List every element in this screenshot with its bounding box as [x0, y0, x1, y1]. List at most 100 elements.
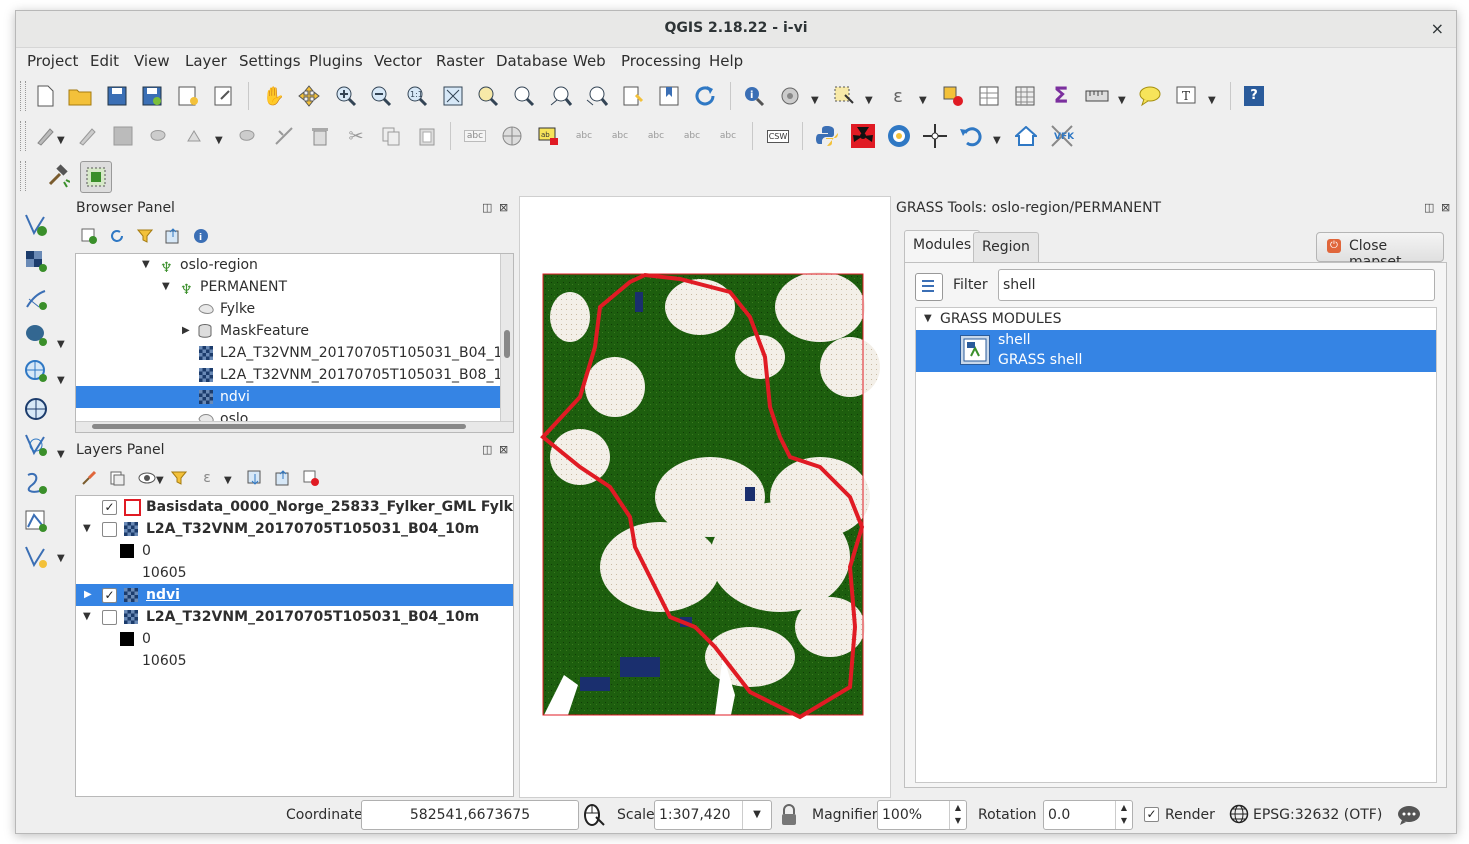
change-label-icon[interactable]: abc [716, 124, 740, 148]
close-mapset-button[interactable]: ⏻ Close mapset [1316, 232, 1444, 270]
toolbar-grip[interactable] [20, 161, 26, 191]
composer-manager-icon[interactable] [212, 84, 236, 108]
new-bookmark-icon[interactable] [621, 84, 645, 108]
expand-all-icon[interactable] [246, 469, 264, 487]
rotate-label-icon[interactable]: abc [680, 124, 704, 148]
save-as-icon[interactable] [140, 84, 164, 108]
grass-region-icon[interactable] [80, 161, 112, 193]
select-features-icon[interactable] [832, 84, 856, 108]
spinbox-arrows-icon[interactable]: ▲ ▼ [949, 801, 966, 829]
module-item-shell[interactable]: shell GRASS shell [916, 330, 1436, 372]
add-postgis-layer-icon[interactable] [24, 323, 48, 347]
show-bookmarks-icon[interactable] [657, 84, 681, 108]
layers-panel-float-button[interactable]: ◫ [482, 443, 492, 456]
module-filter-input[interactable]: shell [998, 269, 1435, 301]
chevron-down-icon[interactable]: ▼ [57, 339, 65, 350]
grass-tools-hammer-icon[interactable] [46, 164, 70, 188]
home-icon[interactable] [1014, 124, 1038, 148]
undo-icon[interactable] [959, 124, 983, 148]
menu-settings[interactable]: Settings [239, 52, 301, 70]
paste-features-icon[interactable] [415, 124, 439, 148]
add-wfs-layer-icon[interactable] [24, 433, 48, 457]
node-tool-icon[interactable] [236, 124, 260, 148]
magnifier-spinbox[interactable]: 100% ▲ ▼ [877, 800, 967, 830]
layer-item-raster[interactable]: ▼ L2A_T32VNM_20170705T105031_B04_10m [76, 606, 513, 628]
crs-globe-icon[interactable] [1229, 804, 1251, 826]
chevron-down-icon[interactable]: ▼ [57, 375, 65, 386]
measure-line-icon[interactable] [1085, 84, 1109, 108]
menu-help[interactable]: Help [709, 52, 743, 70]
tab-modules[interactable]: Modules [904, 230, 981, 263]
ndvi-raster-map[interactable] [520, 197, 890, 797]
browser-vertical-scrollbar[interactable] [500, 254, 513, 432]
identify-features-icon[interactable]: i [742, 84, 766, 108]
browser-item-raster-selected[interactable]: ndvi [76, 386, 513, 408]
toolbar-grip[interactable] [20, 121, 26, 151]
label-toolbar-icon[interactable]: ab [536, 124, 560, 148]
lock-scale-icon[interactable] [780, 804, 798, 826]
browser-item-mapset[interactable]: ▼ ♆ PERMANENT [76, 276, 513, 298]
toolbar-grip[interactable] [20, 81, 26, 111]
chevron-down-icon[interactable]: ▼ [811, 95, 819, 106]
chevron-down-icon[interactable]: ▼ [742, 801, 771, 829]
layers-panel-close-button[interactable]: ⊠ [499, 443, 508, 456]
properties-info-icon[interactable]: i [192, 227, 210, 245]
text-annotation-icon[interactable]: T [1174, 84, 1198, 108]
browser-tree[interactable]: ▼ ♆ oslo-region ▼ ♆ PERMANENT Fylke ▶ Ma… [75, 253, 514, 433]
rotation-spinbox[interactable]: 0.0 ▲ ▼ [1043, 800, 1133, 830]
layer-visibility-checkbox[interactable]: ✓ [102, 588, 117, 603]
collapse-all-icon[interactable] [164, 227, 182, 245]
render-checkbox[interactable]: ✓ [1144, 807, 1159, 822]
map-tips-icon[interactable] [1138, 84, 1162, 108]
browser-item-raster[interactable]: L2A_T32VNM_20170705T105031_B08_10 [76, 364, 513, 386]
tree-group-grass-modules[interactable]: ▼ GRASS MODULES [916, 308, 1436, 330]
coordinate-capture-icon[interactable] [923, 124, 947, 148]
add-spatialite-layer-icon[interactable] [24, 287, 48, 311]
chevron-down-icon[interactable]: ▼ [1118, 95, 1126, 106]
zoom-native-icon[interactable]: 1:1 [405, 84, 429, 108]
collapse-all-icon[interactable] [274, 469, 292, 487]
filter-by-expression-icon[interactable]: ε [198, 469, 216, 487]
add-selected-layers-icon[interactable] [80, 227, 98, 245]
trash-icon[interactable] [308, 124, 332, 148]
pin-labels-icon[interactable]: abc [572, 124, 596, 148]
layer-visibility-checkbox[interactable] [102, 610, 117, 625]
add-wms-layer-icon[interactable] [24, 359, 48, 383]
zoom-out-icon[interactable] [369, 84, 393, 108]
chevron-down-icon[interactable]: ▼ [57, 449, 65, 460]
zoom-next-icon[interactable] [585, 84, 609, 108]
run-feature-action-icon[interactable] [778, 84, 802, 108]
filter-legend-icon[interactable] [170, 469, 188, 487]
layer-item-raster[interactable]: ▼ L2A_T32VNM_20170705T105031_B04_10m [76, 518, 513, 540]
new-print-composer-icon[interactable] [176, 84, 200, 108]
toggle-extents-mouse-icon[interactable] [582, 803, 606, 827]
zoom-selection-icon[interactable] [476, 84, 500, 108]
add-feature-icon[interactable] [147, 124, 171, 148]
chevron-down-icon[interactable]: ▼ [865, 95, 873, 106]
menu-layer[interactable]: Layer [185, 52, 227, 70]
save-edits-icon[interactable] [111, 124, 135, 148]
vfk-plugin-icon[interactable]: VFK [1050, 124, 1074, 148]
copy-features-icon[interactable] [379, 124, 403, 148]
chevron-down-icon[interactable]: ▼ [993, 135, 1001, 146]
cut-features-icon[interactable]: ✂ [344, 124, 368, 148]
messages-icon[interactable] [1397, 805, 1421, 827]
add-raster-layer-icon[interactable] [24, 249, 48, 273]
style-manager-icon[interactable] [500, 124, 524, 148]
chevron-down-icon[interactable]: ▼ [919, 95, 927, 106]
scrollbar-thumb[interactable] [92, 424, 466, 429]
scale-combobox[interactable]: 1:307,420 ▼ [654, 800, 772, 830]
menu-database[interactable]: Database [496, 52, 568, 70]
select-by-expression-icon[interactable]: ε [886, 84, 910, 108]
zoom-layer-icon[interactable] [512, 84, 536, 108]
layer-styling-icon[interactable] [80, 469, 98, 487]
menu-project[interactable]: Project [27, 52, 78, 70]
chevron-right-icon[interactable]: ▶ [84, 584, 92, 606]
zoom-full-icon[interactable] [441, 84, 465, 108]
chevron-down-icon[interactable]: ▼ [57, 135, 65, 146]
map-canvas[interactable] [519, 196, 891, 798]
open-project-icon[interactable] [68, 84, 92, 108]
layer-visibility-checkbox[interactable]: ✓ [102, 500, 117, 515]
chevron-down-icon[interactable]: ▼ [83, 518, 91, 540]
python-console-icon[interactable] [815, 124, 839, 148]
